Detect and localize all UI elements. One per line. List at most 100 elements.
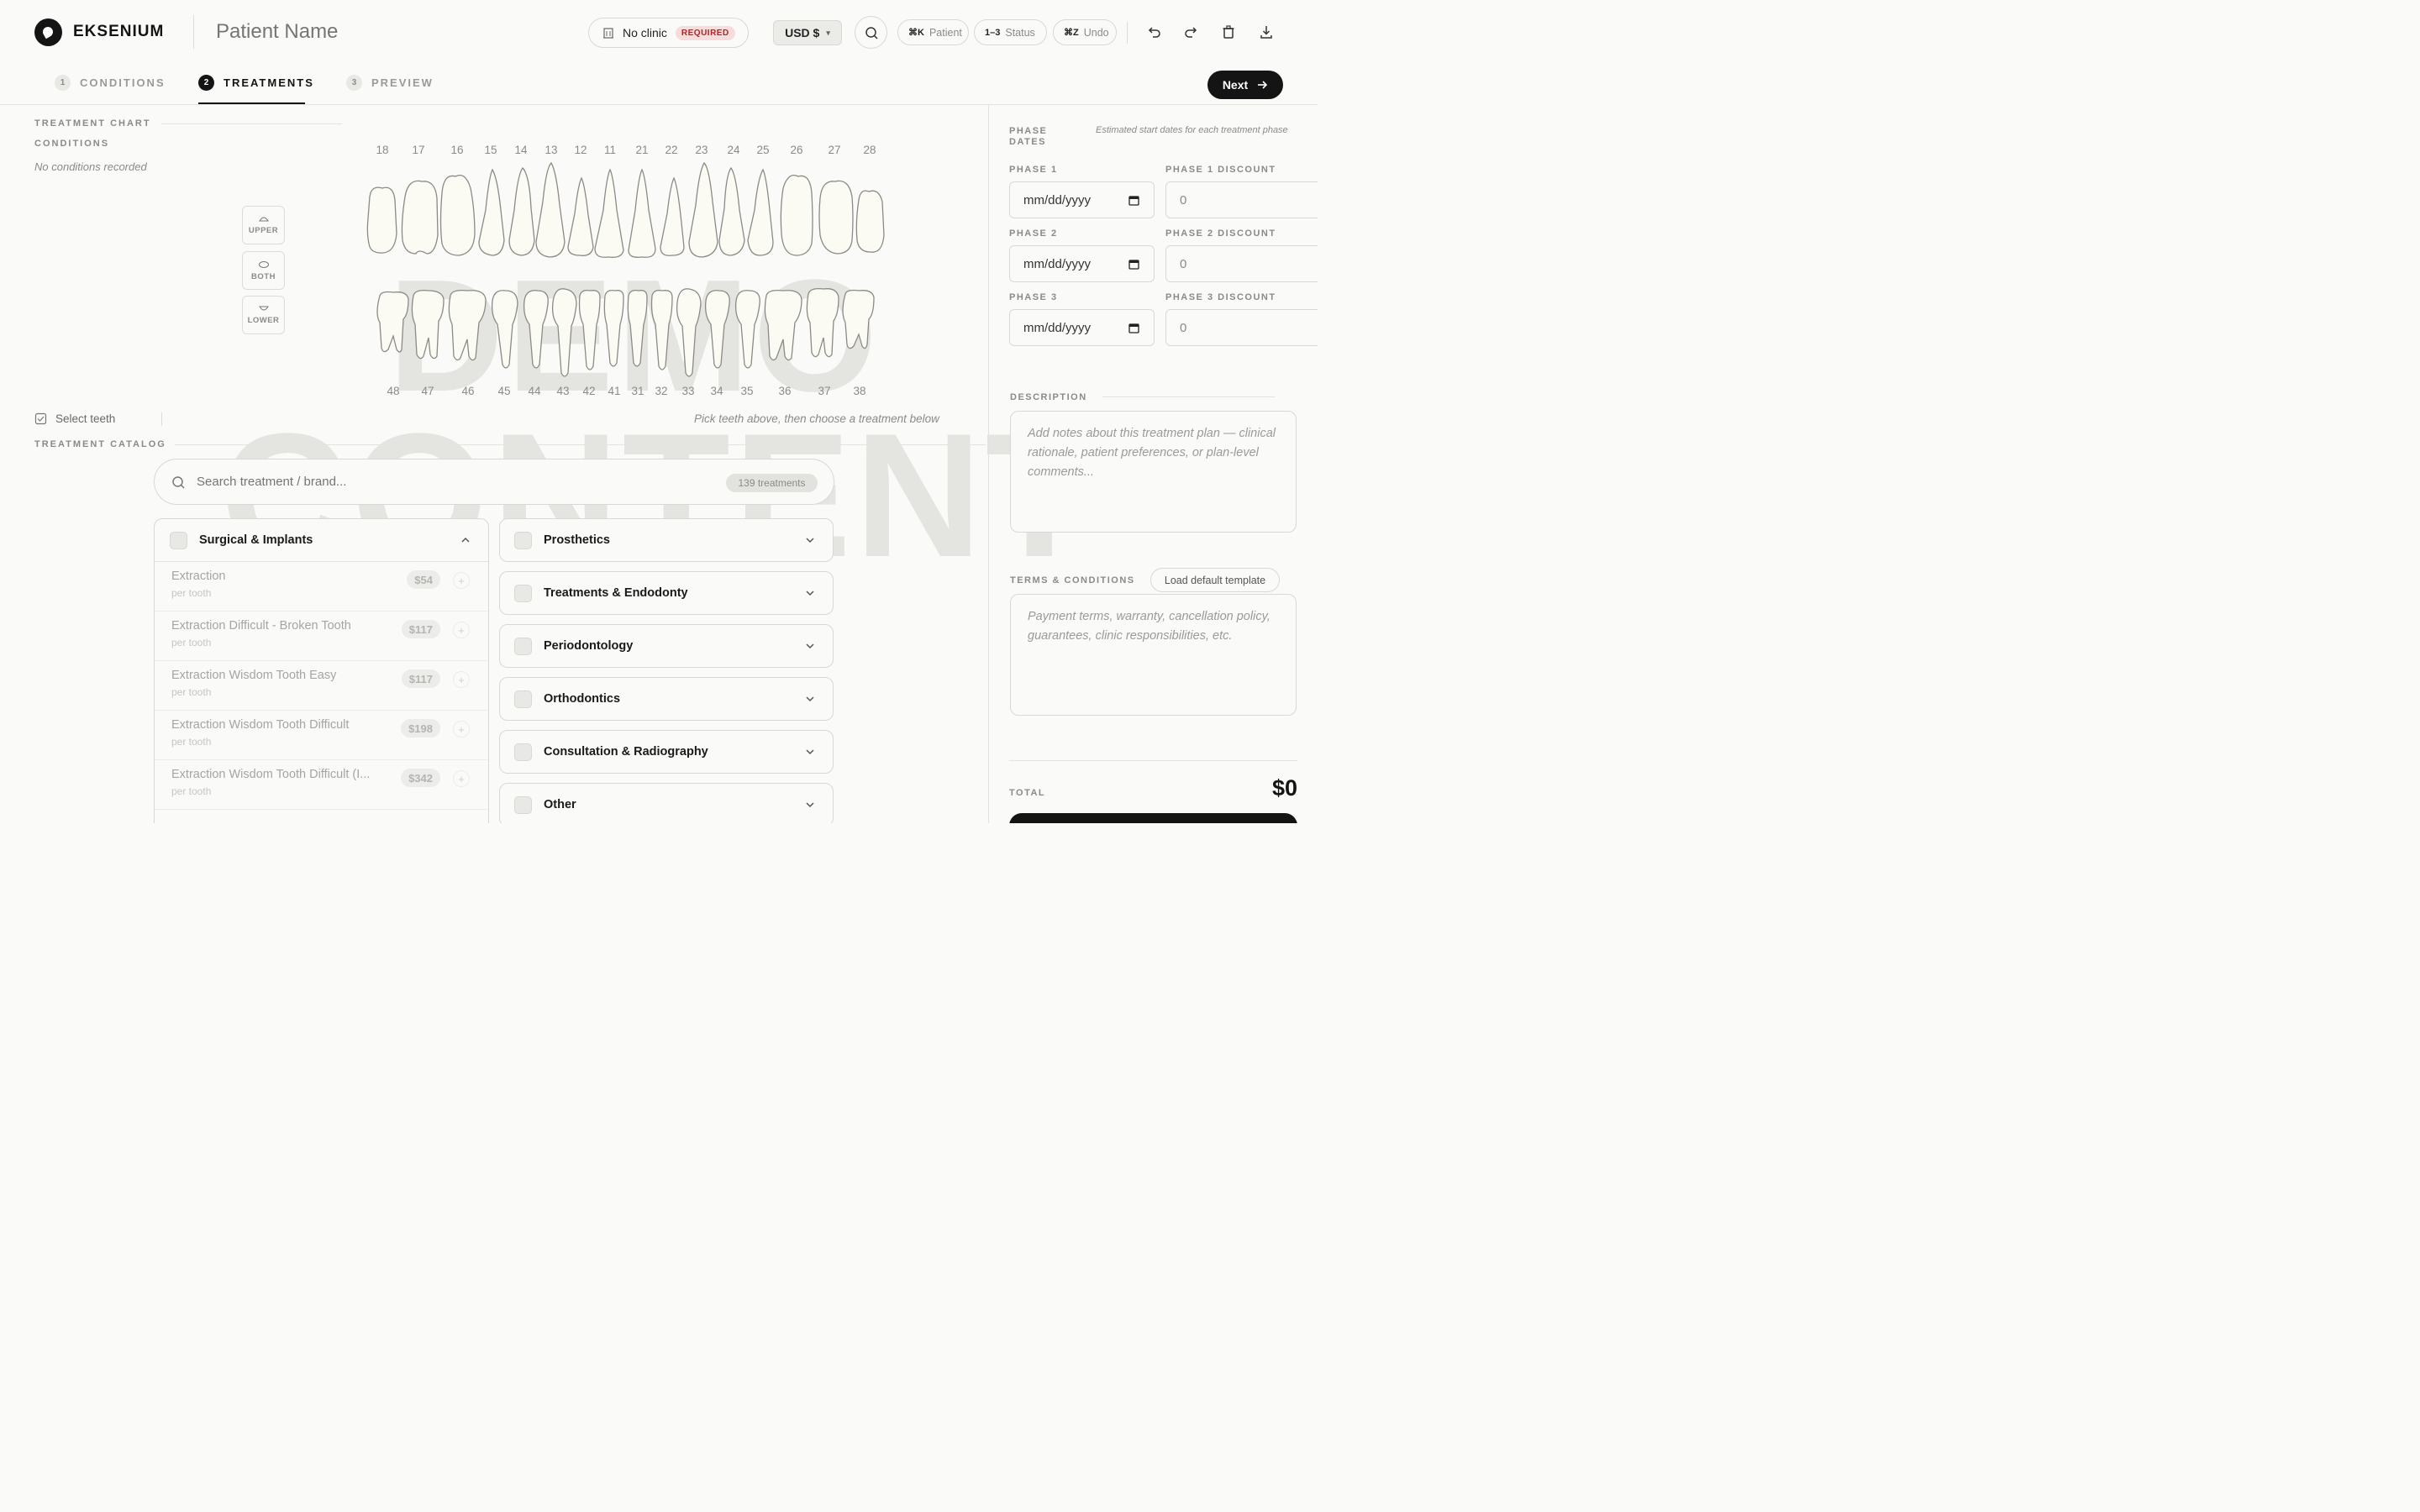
tooth-number-25[interactable]: 25 — [756, 144, 769, 156]
tab-preview[interactable]: 3 PREVIEW — [346, 75, 434, 91]
treatment-item[interactable]: Extraction Wisdom Tooth Difficult (I... … — [155, 760, 488, 810]
tooth-16[interactable] — [439, 174, 476, 256]
tooth-number-22[interactable]: 22 — [665, 144, 677, 156]
phase-2-date-input[interactable]: mm/dd/yyyy — [1009, 245, 1155, 282]
calendar-icon[interactable] — [1128, 259, 1139, 270]
tooth-15[interactable] — [478, 168, 505, 256]
tooth-number-34[interactable]: 34 — [710, 385, 723, 397]
tooth-number-41[interactable]: 41 — [608, 385, 620, 397]
add-treatment-button[interactable]: + — [453, 671, 470, 688]
tooth-number-42[interactable]: 42 — [582, 385, 595, 397]
treatment-search-input[interactable] — [197, 475, 533, 489]
category-checkbox[interactable] — [514, 795, 532, 814]
tooth-31[interactable] — [627, 289, 648, 367]
tooth-number-38[interactable]: 38 — [853, 385, 865, 397]
tooth-number-28[interactable]: 28 — [863, 144, 876, 156]
tooth-34[interactable] — [704, 290, 730, 369]
tooth-22[interactable] — [660, 176, 685, 256]
category-checkbox[interactable] — [514, 584, 532, 602]
tooth-12[interactable] — [567, 176, 594, 256]
tooth-14[interactable] — [508, 167, 535, 256]
add-treatment-button[interactable]: + — [453, 622, 470, 638]
arch-lower-button[interactable]: LOWER — [242, 296, 285, 334]
tooth-number-37[interactable]: 37 — [818, 385, 830, 397]
patient-name-input[interactable] — [216, 20, 569, 44]
load-default-template-button[interactable]: Load default template — [1150, 568, 1280, 592]
category-header[interactable]: Surgical & Implants — [155, 519, 488, 562]
tooth-37[interactable] — [806, 287, 839, 358]
add-treatment-button[interactable]: + — [453, 572, 470, 589]
tooth-43[interactable] — [551, 288, 577, 377]
tooth-21[interactable] — [628, 168, 656, 258]
category-periodontology[interactable]: Periodontology — [499, 624, 834, 668]
tooth-32[interactable] — [650, 289, 673, 370]
tab-conditions[interactable]: 1 CONDITIONS — [55, 75, 166, 91]
tooth-number-43[interactable]: 43 — [556, 385, 569, 397]
tooth-24[interactable] — [718, 166, 745, 256]
treatment-item[interactable]: Extraction per tooth $54 + — [155, 562, 488, 612]
tooth-number-21[interactable]: 21 — [635, 144, 648, 156]
description-textarea[interactable]: Add notes about this treatment plan — cl… — [1010, 411, 1297, 533]
trash-icon[interactable] — [1219, 23, 1238, 41]
tooth-18[interactable] — [366, 186, 397, 254]
download-icon[interactable] — [1257, 23, 1276, 41]
tooth-number-27[interactable]: 27 — [828, 144, 840, 156]
tooth-number-13[interactable]: 13 — [544, 144, 557, 156]
next-button[interactable]: Next — [1207, 71, 1283, 99]
add-treatment-button[interactable]: + — [453, 721, 470, 738]
category-checkbox[interactable] — [514, 690, 532, 708]
category-checkbox[interactable] — [514, 637, 532, 655]
shortcut-status[interactable]: 1–3 Status — [974, 19, 1047, 45]
tooth-25[interactable] — [747, 168, 774, 256]
tooth-number-46[interactable]: 46 — [461, 385, 474, 397]
search-button[interactable] — [855, 16, 887, 49]
clinic-selector[interactable]: No clinic REQUIRED — [588, 18, 749, 48]
tooth-36[interactable] — [764, 289, 802, 361]
tooth-23[interactable] — [688, 161, 718, 258]
tooth-number-23[interactable]: 23 — [695, 144, 708, 156]
tooth-28[interactable] — [855, 190, 885, 253]
category-consultation-radiography[interactable]: Consultation & Radiography — [499, 730, 834, 774]
tooth-number-11[interactable]: 11 — [604, 144, 616, 156]
tooth-number-47[interactable]: 47 — [421, 385, 434, 397]
primary-action-button[interactable] — [1009, 813, 1297, 823]
category-prosthetics[interactable]: Prosthetics — [499, 518, 834, 562]
treatment-item[interactable]: Extraction Difficult - Broken Tooth per … — [155, 612, 488, 661]
tooth-number-32[interactable]: 32 — [655, 385, 667, 397]
phase-2-discount-input[interactable]: 0 — [1165, 245, 1318, 282]
tooth-number-26[interactable]: 26 — [790, 144, 802, 156]
category-checkbox[interactable] — [170, 531, 187, 549]
tooth-41[interactable] — [603, 289, 624, 367]
calendar-icon[interactable] — [1128, 195, 1139, 206]
tooth-33[interactable] — [676, 288, 702, 377]
category-checkbox[interactable] — [514, 743, 532, 761]
tooth-number-45[interactable]: 45 — [497, 385, 510, 397]
treatment-item[interactable]: Extraction Wisdom Tooth Difficult per to… — [155, 711, 488, 760]
tooth-47[interactable] — [411, 289, 445, 360]
tooth-45[interactable] — [491, 290, 518, 369]
tooth-number-17[interactable]: 17 — [412, 144, 424, 156]
tooth-number-15[interactable]: 15 — [484, 144, 497, 156]
phase-3-discount-input[interactable]: 0 — [1165, 309, 1318, 346]
tooth-number-24[interactable]: 24 — [727, 144, 739, 156]
tooth-number-12[interactable]: 12 — [574, 144, 587, 156]
tooth-number-18[interactable]: 18 — [376, 144, 388, 156]
undo-icon[interactable] — [1144, 23, 1163, 41]
category-checkbox[interactable] — [514, 531, 532, 549]
arch-both-button[interactable]: BOTH — [242, 251, 285, 290]
currency-selector[interactable]: USD $ ▾ — [773, 20, 842, 45]
category-treatments-endodonty[interactable]: Treatments & Endodonty — [499, 571, 834, 615]
tooth-27[interactable] — [818, 180, 854, 255]
tooth-number-44[interactable]: 44 — [528, 385, 540, 397]
select-teeth-toggle[interactable]: Select teeth — [34, 412, 115, 425]
calendar-icon[interactable] — [1128, 323, 1139, 333]
tooth-48[interactable] — [376, 291, 409, 353]
tooth-number-33[interactable]: 33 — [681, 385, 694, 397]
tooth-42[interactable] — [578, 289, 601, 370]
tooth-number-48[interactable]: 48 — [387, 385, 399, 397]
tooth-46[interactable] — [448, 289, 487, 361]
tooth-44[interactable] — [523, 290, 549, 369]
tooth-17[interactable] — [401, 180, 439, 255]
phase-1-discount-input[interactable]: 0 — [1165, 181, 1318, 218]
tooth-11[interactable] — [594, 168, 624, 258]
